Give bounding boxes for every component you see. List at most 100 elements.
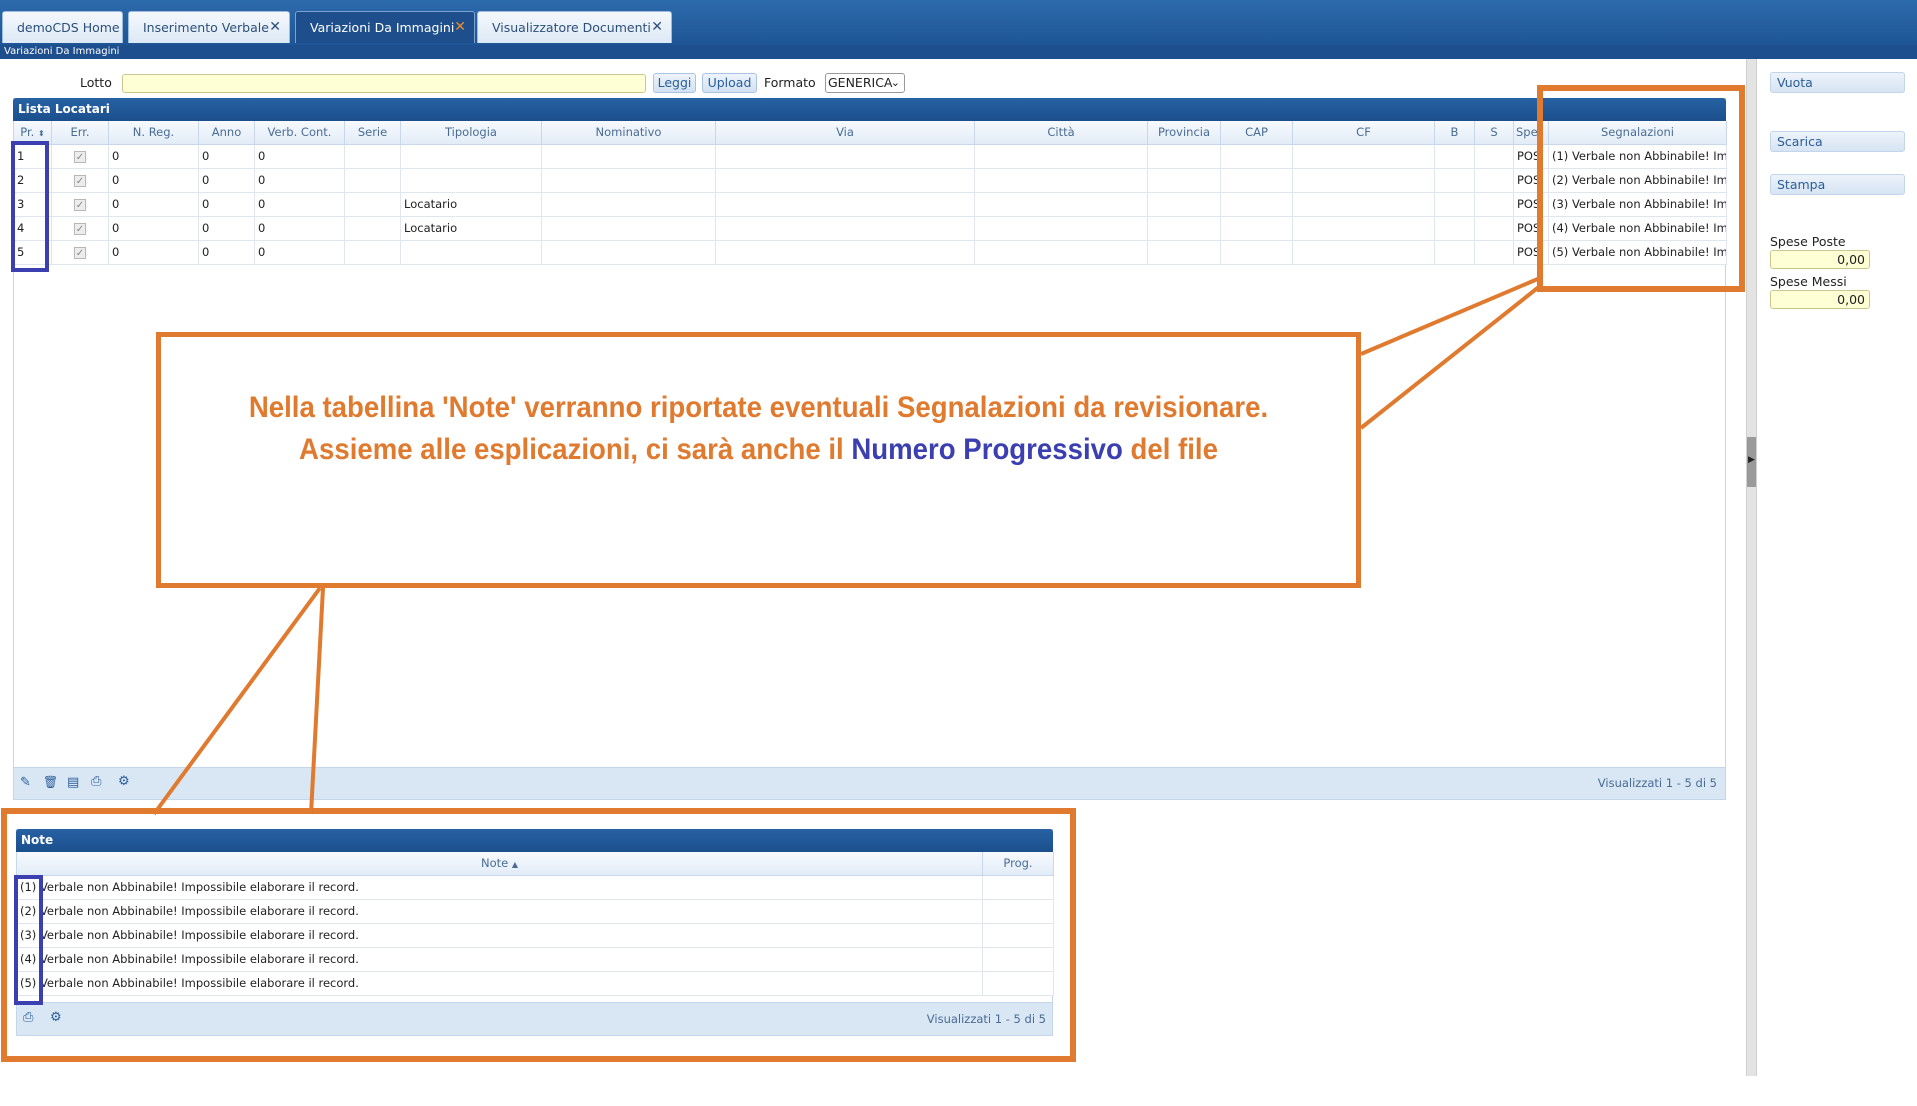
note-highlight-box: [1, 808, 1076, 1062]
annotation-callout: Nella tabellina 'Note' verranno riportat…: [156, 332, 1361, 588]
cell-via: [715, 239, 975, 265]
cell-cf: [1292, 239, 1435, 265]
cell-anno: 0: [198, 215, 255, 241]
close-icon[interactable]: ✕: [454, 12, 466, 43]
cell-cap: [1220, 191, 1293, 217]
cell-via: [715, 215, 975, 241]
upload-button[interactable]: Upload: [702, 73, 757, 93]
leggi-button[interactable]: Leggi: [653, 73, 696, 93]
expand-right-icon[interactable]: ▶: [1747, 455, 1756, 465]
cell-tipologia: Locatario: [400, 215, 542, 241]
col-header-citta[interactable]: Città: [974, 121, 1148, 145]
col-header-provincia[interactable]: Provincia: [1147, 121, 1221, 145]
panel-splitter[interactable]: [1746, 59, 1757, 1076]
cell-s: [1474, 215, 1514, 241]
cell-nominativo: [541, 239, 716, 265]
cell-cap: [1220, 143, 1293, 169]
err-checkbox: ✓: [74, 223, 86, 235]
table-row[interactable]: 5 ✓ 0 0 0 POS (5) Verbale non Abbinabile! Impo: [13, 239, 1727, 265]
tab-label: Variazioni Da Immagini: [310, 20, 455, 35]
col-header-nominativo[interactable]: Nominativo: [541, 121, 716, 145]
cell-anno: 0: [198, 239, 255, 265]
table-row[interactable]: 2 ✓ 0 0 0 POS (2) Verbale non Abbinabile! Impo: [13, 167, 1727, 193]
locatari-table: Pr. ⬍ Err. N. Reg. Anno Verb. Cont. Seri…: [13, 121, 1727, 265]
locatari-header-row: Pr. ⬍ Err. N. Reg. Anno Verb. Cont. Seri…: [13, 121, 1727, 145]
cell-anno: 0: [198, 167, 255, 193]
formato-select[interactable]: GENERICA ⌄: [825, 73, 905, 93]
col-header-verb-cont[interactable]: Verb. Cont.: [254, 121, 345, 145]
col-header-b[interactable]: B: [1434, 121, 1475, 145]
cell-nreg: 0: [108, 191, 199, 217]
cell-cf: [1292, 167, 1435, 193]
err-checkbox: ✓: [74, 175, 86, 187]
col-header-cf[interactable]: CF: [1292, 121, 1435, 145]
tab-visualizzatore-documenti[interactable]: Visualizzatore Documenti ✕: [477, 11, 672, 43]
err-checkbox: ✓: [74, 151, 86, 163]
cell-provincia: [1147, 167, 1221, 193]
col-header-via[interactable]: Via: [715, 121, 975, 145]
cell-citta: [974, 191, 1148, 217]
cell-nreg: 0: [108, 215, 199, 241]
cell-nominativo: [541, 167, 716, 193]
print-icon[interactable]: ⎙: [91, 774, 101, 789]
progressivo-highlight-box: [11, 141, 49, 272]
col-header-s[interactable]: S: [1474, 121, 1514, 145]
cell-cap: [1220, 215, 1293, 241]
cell-b: [1434, 239, 1475, 265]
table-row[interactable]: 4 ✓ 0 0 0 Locatario POS (4) Verbale non Abbinab…: [13, 215, 1727, 241]
cell-verb-cont: 0: [254, 167, 345, 193]
cell-serie: [344, 167, 401, 193]
close-icon[interactable]: ✕: [651, 12, 663, 43]
cell-s: [1474, 167, 1514, 193]
spese-poste-input[interactable]: 0,00: [1770, 250, 1870, 269]
cell-err: ✓: [51, 239, 109, 265]
scarica-button[interactable]: Scarica: [1770, 131, 1905, 152]
edit-icon[interactable]: ✎: [20, 775, 31, 790]
tab-inserimento-verbale[interactable]: Inserimento Verbale ✕: [128, 11, 290, 43]
delete-icon[interactable]: 🗑: [43, 775, 58, 789]
col-header-cap[interactable]: CAP: [1220, 121, 1293, 145]
cell-b: [1434, 191, 1475, 217]
top-bar: demoCDS Home Inserimento Verbale ✕ Varia…: [0, 0, 1917, 45]
cell-provincia: [1147, 215, 1221, 241]
spese-messi-input[interactable]: 0,00: [1770, 290, 1870, 309]
cell-citta: [974, 215, 1148, 241]
tab-variazioni-da-immagini[interactable]: Variazioni Da Immagini ✕: [295, 11, 475, 43]
stampa-button[interactable]: Stampa: [1770, 174, 1905, 195]
sort-icon: ⬍: [38, 129, 45, 139]
col-header-nreg[interactable]: N. Reg.: [108, 121, 199, 145]
export-icon[interactable]: ▤: [67, 775, 79, 790]
cell-nreg: 0: [108, 143, 199, 169]
cell-anno: 0: [198, 191, 255, 217]
cell-tipologia: [400, 167, 542, 193]
cell-s: [1474, 143, 1514, 169]
table-row[interactable]: 1 ✓ 0 0 0 POS (1) Verbale non Abbinabile! Impo: [13, 143, 1727, 169]
cell-err: ✓: [51, 215, 109, 241]
cell-via: [715, 191, 975, 217]
vuota-button[interactable]: Vuota: [1770, 72, 1905, 93]
cell-err: ✓: [51, 191, 109, 217]
close-icon[interactable]: ✕: [269, 12, 281, 43]
col-header-err[interactable]: Err.: [51, 121, 109, 145]
lotto-input[interactable]: [122, 74, 646, 93]
lotto-label: Lotto: [80, 75, 112, 90]
cell-s: [1474, 191, 1514, 217]
gear-icon[interactable]: ⚙: [118, 774, 130, 789]
cell-serie: [344, 215, 401, 241]
cell-cf: [1292, 215, 1435, 241]
cell-provincia: [1147, 143, 1221, 169]
spese-poste-label: Spese Poste: [1770, 234, 1846, 249]
cell-nominativo: [541, 191, 716, 217]
cell-serie: [344, 239, 401, 265]
err-checkbox: ✓: [74, 247, 86, 259]
cell-citta: [974, 239, 1148, 265]
tab-democds-home[interactable]: demoCDS Home: [2, 11, 123, 43]
cell-b: [1434, 215, 1475, 241]
cell-citta: [974, 167, 1148, 193]
col-header-tipologia[interactable]: Tipologia: [400, 121, 542, 145]
cell-verb-cont: 0: [254, 191, 345, 217]
col-header-serie[interactable]: Serie: [344, 121, 401, 145]
table-row[interactable]: 3 ✓ 0 0 0 Locatario POS (3) Verbale non Abbinab…: [13, 191, 1727, 217]
cell-citta: [974, 143, 1148, 169]
col-header-anno[interactable]: Anno: [198, 121, 255, 145]
